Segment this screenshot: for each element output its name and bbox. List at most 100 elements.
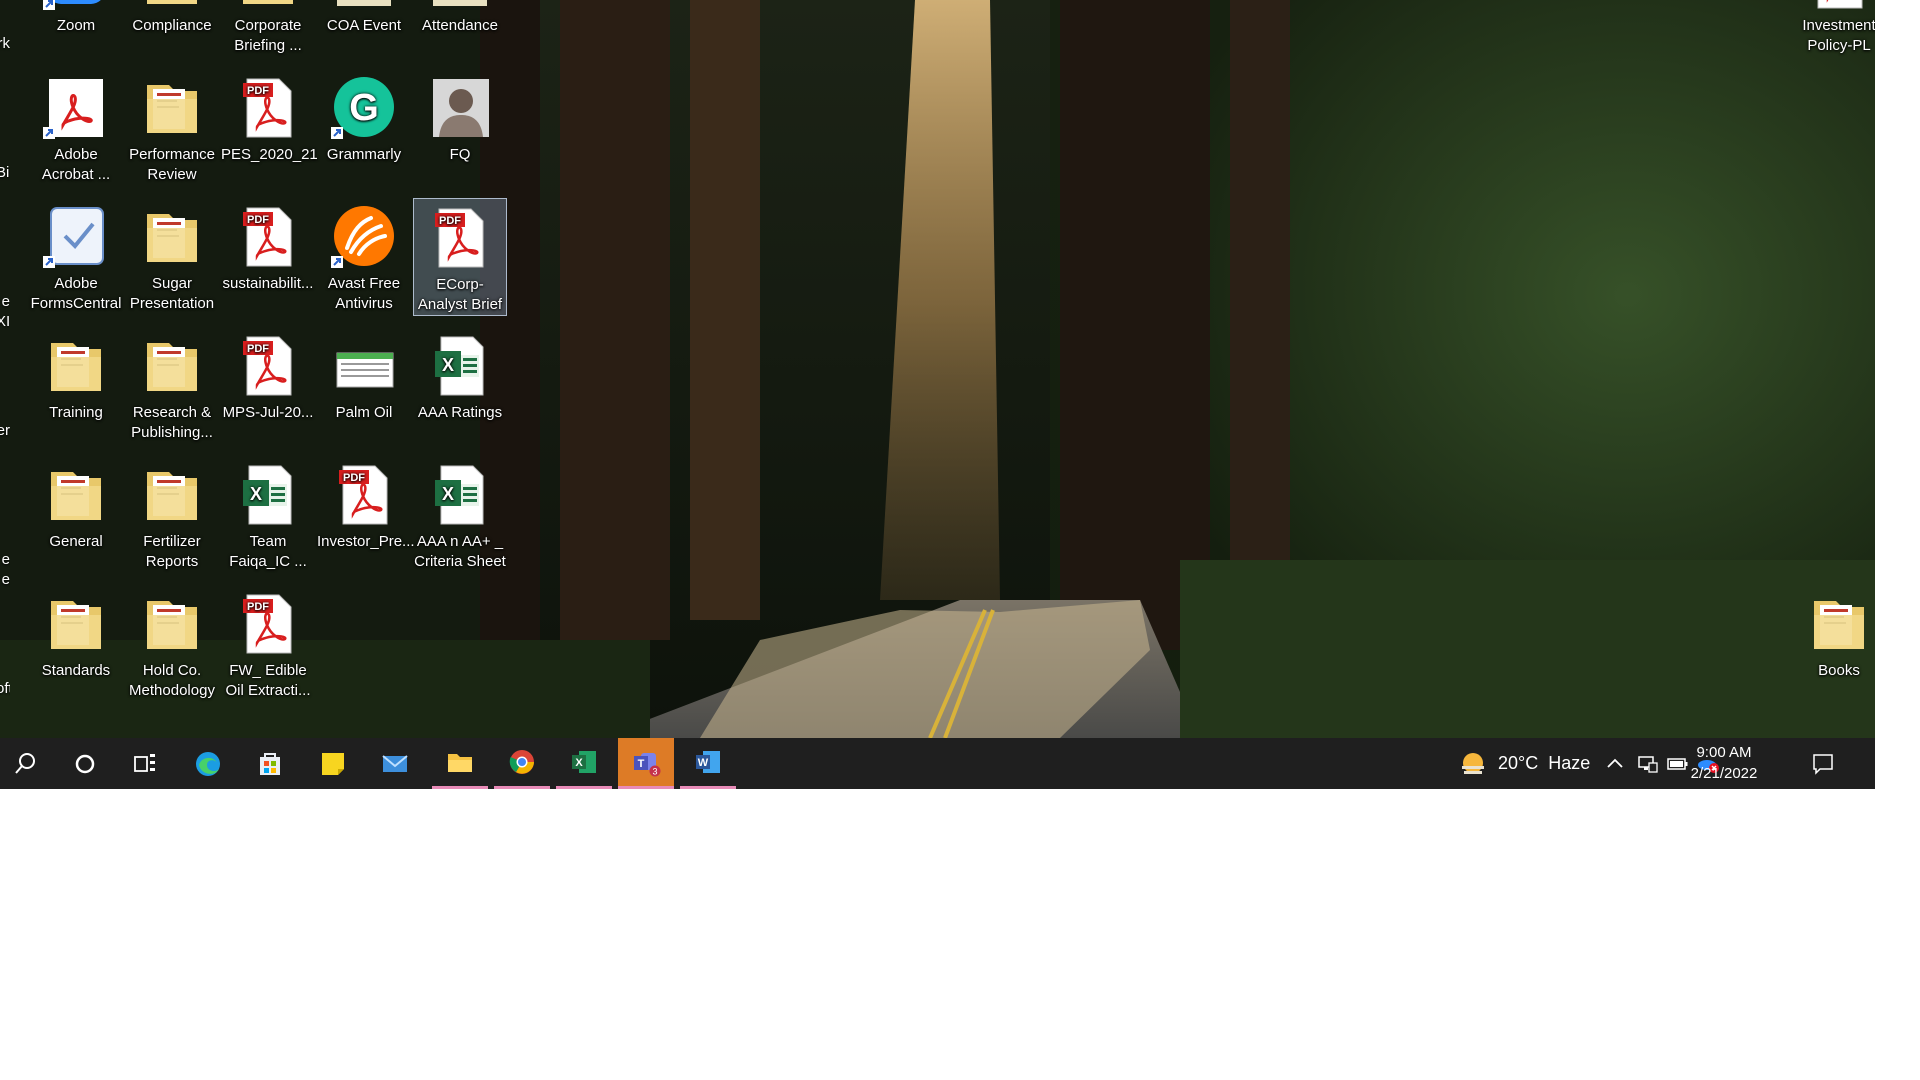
desktop-icon-grammarly[interactable]: G Grammarly [317, 69, 411, 187]
desktop-icon-fq[interactable]: FQ [413, 69, 507, 187]
partial-desktop-icon-label[interactable]: er [0, 421, 10, 441]
desktop-icon-label: Sugar Presentation [129, 275, 215, 312]
sticky-notes-icon [318, 749, 348, 779]
haze-sun-icon [1462, 752, 1484, 774]
excel-file-icon: X [427, 462, 493, 528]
desktop-icon-pes-2020-21[interactable]: PDF PES_2020_21 [221, 69, 318, 187]
desktop-icon-fertilizer-reports[interactable]: Fertilizer Reports [125, 456, 219, 574]
svg-text:PDF: PDF [439, 215, 461, 227]
folder-icon [43, 462, 109, 528]
desktop-icon-label: Grammarly [326, 146, 402, 163]
search-icon [13, 749, 43, 779]
desktop-icon-investor-pre[interactable]: PDF Investor_Pre... [317, 456, 415, 574]
desktop-icon-label: Investor_Pre... [317, 533, 415, 550]
notification-icon [1813, 753, 1833, 775]
folder-icon [43, 591, 109, 657]
desktop-icon-books[interactable]: Books [1792, 585, 1875, 703]
desktop-icon-training[interactable]: Training [29, 327, 123, 445]
image-icon [427, 0, 493, 12]
partial-desktop-icon-label[interactable]: rk [0, 34, 10, 54]
taskbar-search-button[interactable] [0, 738, 56, 789]
desktop-icon-performance-review[interactable]: Performance Review [125, 69, 219, 187]
svg-text:PDF: PDF [343, 472, 365, 484]
windows-desktop: Zoom Compliance Corporate Briefing ... COA … [0, 0, 1875, 789]
clock[interactable]: 9:00 AM 2/21/2022 [1681, 742, 1767, 784]
taskbar-mail-button[interactable] [367, 738, 423, 789]
desktop-icon-label: Performance Review [129, 146, 215, 183]
desktop-icon-general[interactable]: General [29, 456, 123, 574]
desktop-icon-label: Training [49, 404, 103, 421]
desktop-icon-team-faiqa-ic[interactable]: X Team Faiqa_IC ... [221, 456, 315, 574]
desktop-icon-mps-jul-20[interactable]: PDF MPS-Jul-20... [221, 327, 315, 445]
weather-temperature: 20°C [1498, 753, 1539, 773]
desktop-icon-palm-oil[interactable]: Palm Oil [317, 327, 411, 445]
desktop-icon-label: AAA Ratings [417, 404, 503, 421]
desktop-icon-area: Zoom Compliance Corporate Briefing ... COA … [0, 0, 1875, 738]
teams-icon: T3 [631, 747, 661, 777]
desktop-icon-investment-policy-pl[interactable]: PDF Investment Policy-PL [1792, 0, 1875, 58]
taskbar-teams-button[interactable]: T3 [618, 738, 674, 789]
desktop-icon-label: Books [1818, 662, 1860, 679]
desktop-icon-research-publishing[interactable]: Research & Publishing... [125, 327, 219, 445]
desktop-icon-standards[interactable]: Standards [29, 585, 123, 703]
partial-desktop-icon-label[interactable]: Bin [0, 163, 10, 183]
chevron-up-icon [1607, 758, 1623, 768]
network-icon [1638, 755, 1658, 773]
taskbar-sticky-notes-button[interactable] [305, 738, 361, 789]
task-view-icon [130, 749, 160, 779]
mail-icon [380, 749, 410, 779]
taskbar-file-explorer-button[interactable] [432, 738, 488, 789]
desktop-icon-adobe-formscentral[interactable]: Adobe FormsCentral [29, 198, 123, 316]
pdf-icon: PDF [331, 462, 397, 528]
show-hidden-icons-button[interactable] [1605, 738, 1625, 789]
taskbar-excel-button[interactable]: X [556, 738, 612, 789]
svg-text:PDF: PDF [247, 601, 269, 613]
desktop-icon-fw-edible-oil-extracti[interactable]: PDF FW_ Edible Oil Extracti... [221, 585, 315, 703]
weather-widget[interactable]: 20°C Haze [1458, 738, 1590, 789]
folder-icon [445, 747, 475, 777]
desktop-icon-avast-free-antivirus[interactable]: Avast Free Antivirus [317, 198, 411, 316]
desktop-icon-label: Standards [41, 662, 111, 679]
cortana-icon [70, 749, 100, 779]
desktop-icon-label: ECorp-Analyst Brief [417, 276, 503, 313]
desktop-icon-coa-event[interactable]: COA Event [317, 0, 411, 58]
desktop-icon-hold-co-methodology[interactable]: Hold Co. Methodology [125, 585, 219, 703]
folder-icon [235, 0, 301, 12]
desktop-icon-corporate-briefing[interactable]: Corporate Briefing ... [221, 0, 315, 58]
folder-icon [139, 462, 205, 528]
zoom-icon [43, 0, 109, 12]
clock-date: 2/21/2022 [1690, 765, 1758, 782]
desktop-icon-aaa-ratings[interactable]: X AAA Ratings [413, 327, 507, 445]
partial-desktop-icon-label[interactable]: oft [0, 679, 10, 699]
desktop-icon-sugar-presentation[interactable]: Sugar Presentation [125, 198, 219, 316]
partial-desktop-icon-label[interactable]: e e [0, 550, 10, 590]
partial-desktop-icon-label[interactable]: e XI [0, 292, 10, 332]
desktop-icon-sustainabilit[interactable]: PDF sustainabilit... [221, 198, 315, 316]
desktop-icon-label: sustainabilit... [222, 275, 314, 292]
desktop-icon-zoom[interactable]: Zoom [29, 0, 123, 58]
taskbar-store-button[interactable] [242, 738, 298, 789]
desktop-icon-aaa-n-aa-criteria-sheet[interactable]: X AAA n AA+ _ Criteria Sheet [413, 456, 507, 574]
desktop-icon-label: Hold Co. Methodology [129, 662, 215, 699]
desktop-icon-attendance[interactable]: Attendance [413, 0, 507, 58]
palm-oil-icon [331, 333, 397, 399]
tray-network-button[interactable] [1637, 738, 1659, 789]
svg-text:3: 3 [652, 767, 657, 777]
action-center-button[interactable] [1812, 738, 1834, 789]
desktop-icon-label: FW_ Edible Oil Extracti... [225, 662, 311, 699]
desktop-icon-label: FQ [449, 146, 471, 163]
excel-icon: X [569, 747, 599, 777]
taskbar-edge-button[interactable] [180, 738, 236, 789]
weather-condition: Haze [1548, 753, 1591, 773]
taskbar-word-button[interactable]: W [680, 738, 736, 789]
taskbar-cortana-button[interactable] [57, 738, 113, 789]
pdf-icon: PDF [1806, 0, 1872, 12]
pdf-icon: PDF [235, 333, 301, 399]
taskbar-chrome-button[interactable] [494, 738, 550, 789]
desktop-icon-compliance[interactable]: Compliance [125, 0, 219, 58]
taskbar-task-view-button[interactable] [117, 738, 173, 789]
desktop-icon-label: Investment Policy-PL [1802, 17, 1875, 54]
desktop-icon-ecorp-analyst-brief[interactable]: PDF ECorp-Analyst Brief [413, 198, 507, 316]
desktop-icon-adobe-acrobat[interactable]: Adobe Acrobat ... [29, 69, 123, 187]
desktop-icon-label: MPS-Jul-20... [222, 404, 314, 421]
